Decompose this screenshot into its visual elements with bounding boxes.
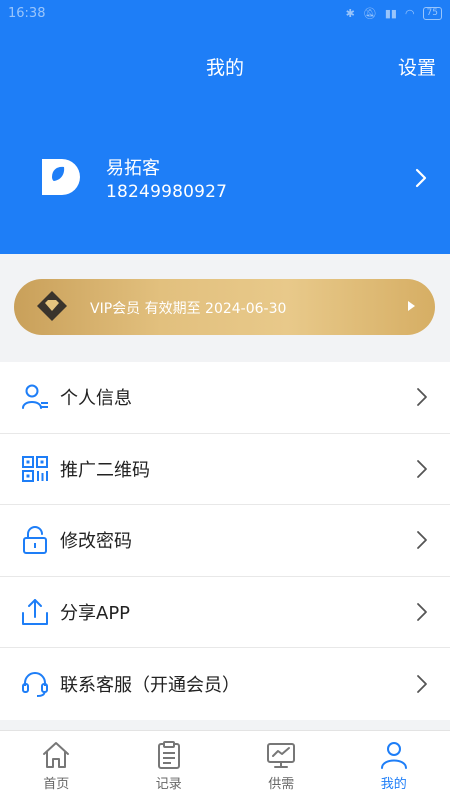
tab-label: 首页 [43, 777, 70, 792]
chevron-right-icon [417, 388, 427, 407]
chevron-right-icon [417, 531, 427, 550]
signal-icon: ▮▮ [384, 7, 397, 20]
status-icons: ✱ 🔕︎ ▮▮ ◠ 75 [346, 7, 442, 20]
bluetooth-icon: ✱ [345, 7, 355, 20]
settings-menu: 个人信息 推广二维码 修改密码 分享APP 联系客服（开通会员） [0, 362, 450, 720]
user-icon [380, 742, 407, 769]
menu-item-share-app[interactable]: 分享APP [0, 577, 450, 649]
qr-code-icon [22, 455, 48, 482]
tab-home[interactable]: 首页 [0, 731, 113, 800]
tab-records[interactable]: 记录 [113, 731, 226, 800]
bottom-tab-bar: 首页 记录 供需 我的 [0, 730, 450, 800]
person-icon [22, 384, 48, 410]
menu-label: 分享APP [60, 603, 131, 625]
mute-icon: 🔕︎ [362, 7, 377, 20]
chevron-right-icon [417, 459, 427, 478]
tab-label: 供需 [268, 777, 295, 792]
menu-label: 联系客服（开通会员） [60, 675, 240, 697]
lock-icon [23, 526, 47, 555]
status-bar: 16:38 ✱ 🔕︎ ▮▮ ◠ 75 [0, 0, 450, 30]
status-time: 16:38 [8, 6, 46, 21]
profile-header: 16:38 ✱ 🔕︎ ▮▮ ◠ 75 我的 设置 易拓客 18249980927 [0, 0, 450, 254]
menu-label: 个人信息 [60, 388, 132, 410]
tab-supply-demand[interactable]: 供需 [225, 731, 338, 800]
chevron-right-icon [417, 603, 427, 621]
wifi-icon: ◠ [404, 7, 415, 20]
share-icon [22, 599, 48, 626]
menu-label: 修改密码 [60, 531, 132, 553]
chevron-right-icon [417, 675, 427, 694]
avatar-logo-icon [42, 159, 80, 195]
headset-icon [22, 672, 48, 698]
chevron-right-icon[interactable] [414, 167, 428, 189]
tab-label: 我的 [380, 777, 407, 792]
tab-label: 记录 [155, 777, 182, 792]
chart-monitor-icon [267, 743, 296, 768]
diamond-badge-icon [37, 291, 67, 321]
home-icon [43, 742, 70, 768]
user-phone[interactable]: 18249980927 [106, 182, 227, 202]
menu-item-customer-service[interactable]: 联系客服（开通会员） [0, 648, 450, 720]
vip-banner[interactable]: VIP会员 有效期至 2024-06-30 [14, 279, 435, 335]
play-arrow-icon [408, 301, 415, 311]
page-title: 我的 [205, 57, 244, 79]
vip-expiry-text: VIP会员 有效期至 2024-06-30 [90, 301, 287, 317]
menu-item-qr-code[interactable]: 推广二维码 [0, 434, 450, 506]
menu-item-change-password[interactable]: 修改密码 [0, 505, 450, 577]
menu-item-personal-info[interactable]: 个人信息 [0, 362, 450, 434]
tab-mine[interactable]: 我的 [338, 731, 450, 800]
user-name[interactable]: 易拓客 [106, 154, 160, 180]
settings-button[interactable]: 设置 [398, 53, 436, 80]
clipboard-icon [157, 741, 180, 769]
menu-label: 推广二维码 [60, 459, 150, 481]
battery-icon: 75 [422, 7, 442, 20]
